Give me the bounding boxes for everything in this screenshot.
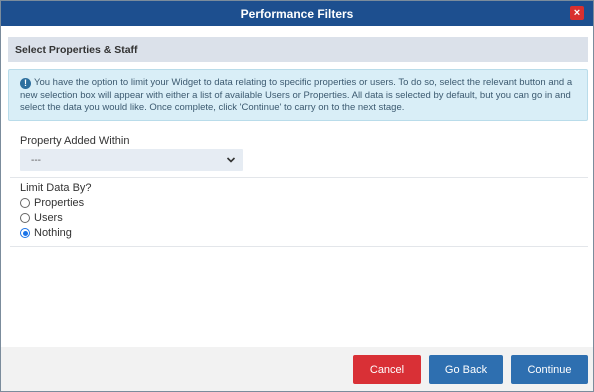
chevron-down-icon: [226, 157, 236, 163]
cancel-button[interactable]: Cancel: [353, 355, 421, 384]
radio-option-properties[interactable]: Properties: [20, 197, 84, 209]
radio-label-properties: Properties: [34, 197, 85, 209]
dialog-titlebar: Performance Filters ×: [1, 1, 593, 26]
radio-label-nothing: Nothing: [34, 227, 72, 239]
info-icon: !: [20, 78, 31, 89]
radio-option-users[interactable]: Users: [20, 212, 63, 224]
radio-button-properties[interactable]: [20, 198, 30, 208]
property-added-value: ---: [31, 154, 41, 166]
info-message-text: You have the option to limit your Widget…: [20, 77, 573, 113]
property-added-select[interactable]: ---: [20, 149, 243, 171]
radio-option-nothing[interactable]: Nothing: [20, 227, 72, 239]
section-header: Select Properties & Staff: [8, 37, 588, 62]
close-button[interactable]: ×: [570, 6, 584, 20]
property-added-label: Property Added Within: [20, 135, 130, 147]
radio-button-nothing[interactable]: [20, 228, 30, 238]
continue-button[interactable]: Continue: [511, 355, 588, 384]
radio-label-users: Users: [34, 212, 63, 224]
divider: [10, 246, 588, 247]
performance-filters-dialog: Performance Filters × Select Properties …: [0, 0, 594, 392]
info-message: ! You have the option to limit your Widge…: [8, 69, 588, 121]
section-header-title: Select Properties & Staff: [15, 43, 138, 56]
radio-button-users[interactable]: [20, 213, 30, 223]
dialog-title: Performance Filters: [240, 6, 354, 21]
limit-data-label: Limit Data By?: [20, 182, 92, 194]
divider: [10, 177, 588, 178]
go-back-button[interactable]: Go Back: [429, 355, 503, 384]
close-icon: ×: [573, 7, 581, 19]
dialog-footer: [1, 347, 593, 391]
